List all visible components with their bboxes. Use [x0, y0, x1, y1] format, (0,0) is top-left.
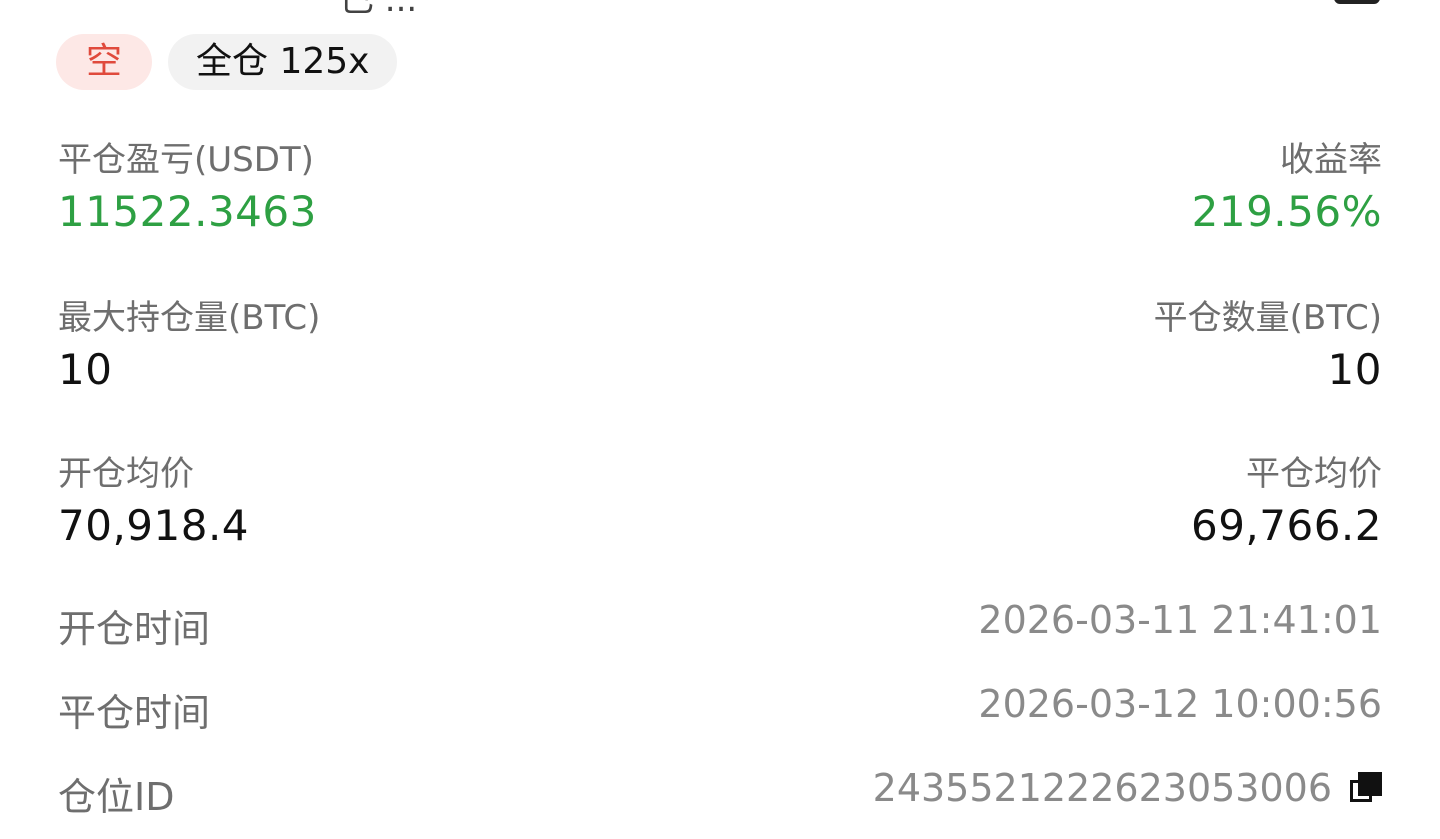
position-id-label: 仓位ID — [58, 775, 175, 819]
max-position-label: 最大持仓量(BTC) — [58, 298, 321, 338]
open-time-text: 2026-03-11 21:41:01 — [978, 598, 1382, 642]
pnl-label: 平仓盈亏(USDT) — [58, 140, 314, 180]
close-avg-value: 69,766.2 — [1190, 501, 1382, 550]
open-time-value: 2026-03-11 21:41:01 — [978, 598, 1382, 642]
close-time-value: 2026-03-12 10:00:56 — [978, 682, 1382, 726]
position-tags: 空 全仓 125x — [56, 34, 398, 90]
copy-icon[interactable] — [1350, 772, 1382, 804]
avg-price-row: 开仓均价 70,918.4 平仓均价 69,766.2 — [58, 446, 1382, 556]
quantity-row: 最大持仓量(BTC) 10 平仓数量(BTC) 10 — [58, 290, 1382, 400]
position-id-row: 仓位ID 2435521222623053006 — [58, 766, 1382, 819]
roi-label: 收益率 — [1280, 140, 1382, 180]
position-history-detail: 已 ... 空 全仓 125x 平仓盈亏(USDT) 11522.3463 收益… — [0, 0, 1440, 839]
position-id-value: 2435521222623053006 — [873, 766, 1382, 810]
pnl-value: 11522.3463 — [58, 187, 317, 236]
close-time-label: 平仓时间 — [58, 691, 211, 735]
max-position-value: 10 — [58, 345, 113, 394]
position-id-text: 2435521222623053006 — [872, 766, 1332, 810]
open-time-row: 开仓时间 2026-03-11 21:41:01 — [58, 598, 1382, 651]
header-cut-text: 已 ... — [340, 0, 418, 20]
pnl-row: 平仓盈亏(USDT) 11522.3463 收益率 219.56% — [58, 132, 1382, 242]
close-avg-label: 平仓均价 — [1246, 454, 1382, 494]
side-badge: 空 — [56, 34, 153, 90]
roi-value: 219.56% — [1191, 187, 1382, 236]
close-time-text: 2026-03-12 10:00:56 — [978, 682, 1382, 726]
open-time-label: 开仓时间 — [58, 607, 211, 651]
share-icon[interactable] — [1334, 0, 1380, 4]
close-qty-value: 10 — [1327, 345, 1382, 394]
close-time-row: 平仓时间 2026-03-12 10:00:56 — [58, 682, 1382, 735]
margin-leverage-badge: 全仓 125x — [168, 34, 398, 90]
open-avg-value: 70,918.4 — [58, 501, 250, 550]
close-qty-label: 平仓数量(BTC) — [1153, 298, 1382, 338]
open-avg-label: 开仓均价 — [58, 454, 194, 494]
